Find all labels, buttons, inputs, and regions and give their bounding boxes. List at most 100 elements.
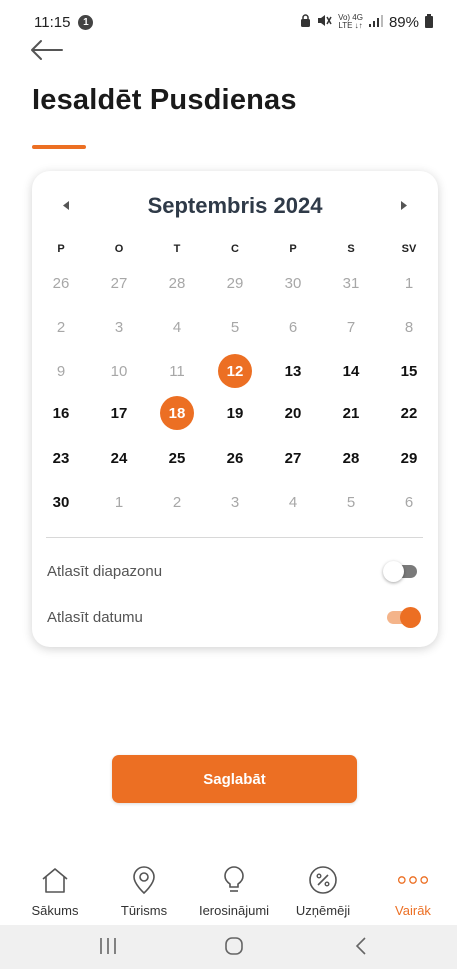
calendar-day[interactable]: 17 [101,395,137,431]
recent-apps-icon [98,937,118,960]
calendar-day-outside[interactable]: 11 [159,353,195,389]
calendar-day[interactable]: 28 [333,440,369,476]
calendar-day-selected[interactable]: 12 [218,354,252,388]
calendar-day-outside[interactable]: 30 [275,265,311,301]
calendar-day-outside[interactable]: 2 [43,309,79,345]
calendar-day-outside[interactable]: 1 [101,484,137,520]
calendar-day-outside[interactable]: 26 [43,265,79,301]
weekday-label: SV [401,243,417,255]
calendar-day-outside[interactable]: 29 [217,265,253,301]
date-option-label: Atlasīt datumu [47,608,143,626]
calendar-day-outside[interactable]: 6 [391,484,427,520]
calendar-day[interactable]: 30 [43,484,79,520]
notification-badge: 1 [78,14,94,30]
calendar-day-outside[interactable]: 27 [101,265,137,301]
status-left: 11:15 1 [34,13,94,31]
weekday-label: P [289,243,297,255]
calendar-day-outside[interactable]: 31 [333,265,369,301]
nav-label-tourism: Tūrisms [120,903,168,918]
calendar-day[interactable]: 23 [43,440,79,476]
calendar-day-outside[interactable]: 5 [217,309,253,345]
calendar-day[interactable]: 22 [391,395,427,431]
calendar-day-outside[interactable]: 1 [391,265,427,301]
nav-item-home[interactable]: Sākums [10,855,100,923]
weekday-label: C [231,243,239,255]
toggle-knob [400,607,421,628]
calendar-day-outside[interactable]: 8 [391,309,427,345]
calendar-day[interactable]: 26 [217,440,253,476]
status-time: 11:15 [34,13,71,31]
bottom-navigation: Sākums Tūrisms Ierosinājumi Uzņēmēji Vai… [0,855,457,923]
calendar-day[interactable]: 29 [391,440,427,476]
battery-icon [425,14,433,28]
calendar-day[interactable]: 25 [159,440,195,476]
weekday-label: T [173,243,181,255]
calendar-day-outside[interactable]: 2 [159,484,195,520]
toggle-knob [383,561,404,582]
calendar-card: Septembris 2024 P O T C P S SV 26 27 28 29 30 31 1 2 3… [32,171,438,647]
next-month-button[interactable] [394,197,414,217]
page-title: Iesaldēt Pusdienas [32,84,297,116]
calendar-day-outside[interactable]: 28 [159,265,195,301]
status-bar: 11:15 1 Vo) 4G LTE ↓↑ 89% [0,0,457,44]
more-dots-icon [397,864,429,896]
calendar-day[interactable]: 21 [333,395,369,431]
range-toggle[interactable] [383,561,419,582]
system-back-button[interactable] [346,935,376,961]
status-right: Vo) 4G LTE ↓↑ 89% [300,14,433,31]
calendar-day[interactable]: 19 [217,395,253,431]
chevron-left-icon [355,936,367,961]
calendar-day[interactable]: 24 [101,440,137,476]
home-square-icon [224,936,244,961]
calendar-day-outside[interactable]: 4 [159,309,195,345]
save-button[interactable]: Saglabāt [112,755,357,803]
title-underline [32,145,86,149]
arrow-left-icon [28,38,64,67]
home-system-button[interactable] [219,935,249,961]
calendar-day-outside[interactable]: 9 [43,353,79,389]
network-indicator: Vo) 4G LTE ↓↑ [338,14,363,30]
nav-item-tourism[interactable]: Tūrisms [99,855,189,923]
calendar-day[interactable]: 15 [391,353,427,389]
caret-right-icon [401,201,407,213]
weekday-label: P [57,243,65,255]
nav-item-more[interactable]: Vairāk [368,855,457,923]
network-bottom: LTE ↓↑ [338,21,363,30]
nav-label-entrepreneurs: Uzņēmēji [295,903,351,918]
calendar-day[interactable]: 16 [43,395,79,431]
lightbulb-icon [218,864,250,896]
calendar-day[interactable]: 13 [275,353,311,389]
percent-icon [307,864,339,896]
calendar-day[interactable]: 27 [275,440,311,476]
calendar-divider [46,537,423,538]
calendar-day-outside[interactable]: 7 [333,309,369,345]
weekday-label: O [114,243,124,255]
calendar-day[interactable]: 20 [275,395,311,431]
home-icon [39,864,71,896]
location-pin-icon [128,864,160,896]
nav-item-suggestions[interactable]: Ierosinājumi [189,855,279,923]
calendar-day[interactable]: 14 [333,353,369,389]
calendar-day-outside[interactable]: 4 [275,484,311,520]
calendar-header: Septembris 2024 [32,191,438,223]
weekday-label: S [347,243,355,255]
battery-level: 89% [388,13,419,31]
calendar-day-outside[interactable]: 3 [217,484,253,520]
nav-item-entrepreneurs[interactable]: Uzņēmēji [278,855,368,923]
calendar-day-selected[interactable]: 18 [160,396,194,430]
mute-icon [317,14,332,30]
lock-icon [300,14,311,30]
option-row-date: Atlasīt datumu [47,602,421,632]
system-navigation-bar [0,925,457,969]
option-row-range: Atlasīt diapazonu [47,556,419,586]
date-toggle[interactable] [385,607,421,628]
calendar-day-outside[interactable]: 5 [333,484,369,520]
calendar-day-outside[interactable]: 6 [275,309,311,345]
nav-label-more: Vairāk [395,903,431,918]
calendar-day-outside[interactable]: 10 [101,353,137,389]
month-title: Septembris 2024 [147,193,323,218]
recent-apps-button[interactable] [93,935,123,961]
calendar-day-outside[interactable]: 3 [101,309,137,345]
signal-icon [368,14,383,31]
back-button[interactable] [28,36,68,68]
